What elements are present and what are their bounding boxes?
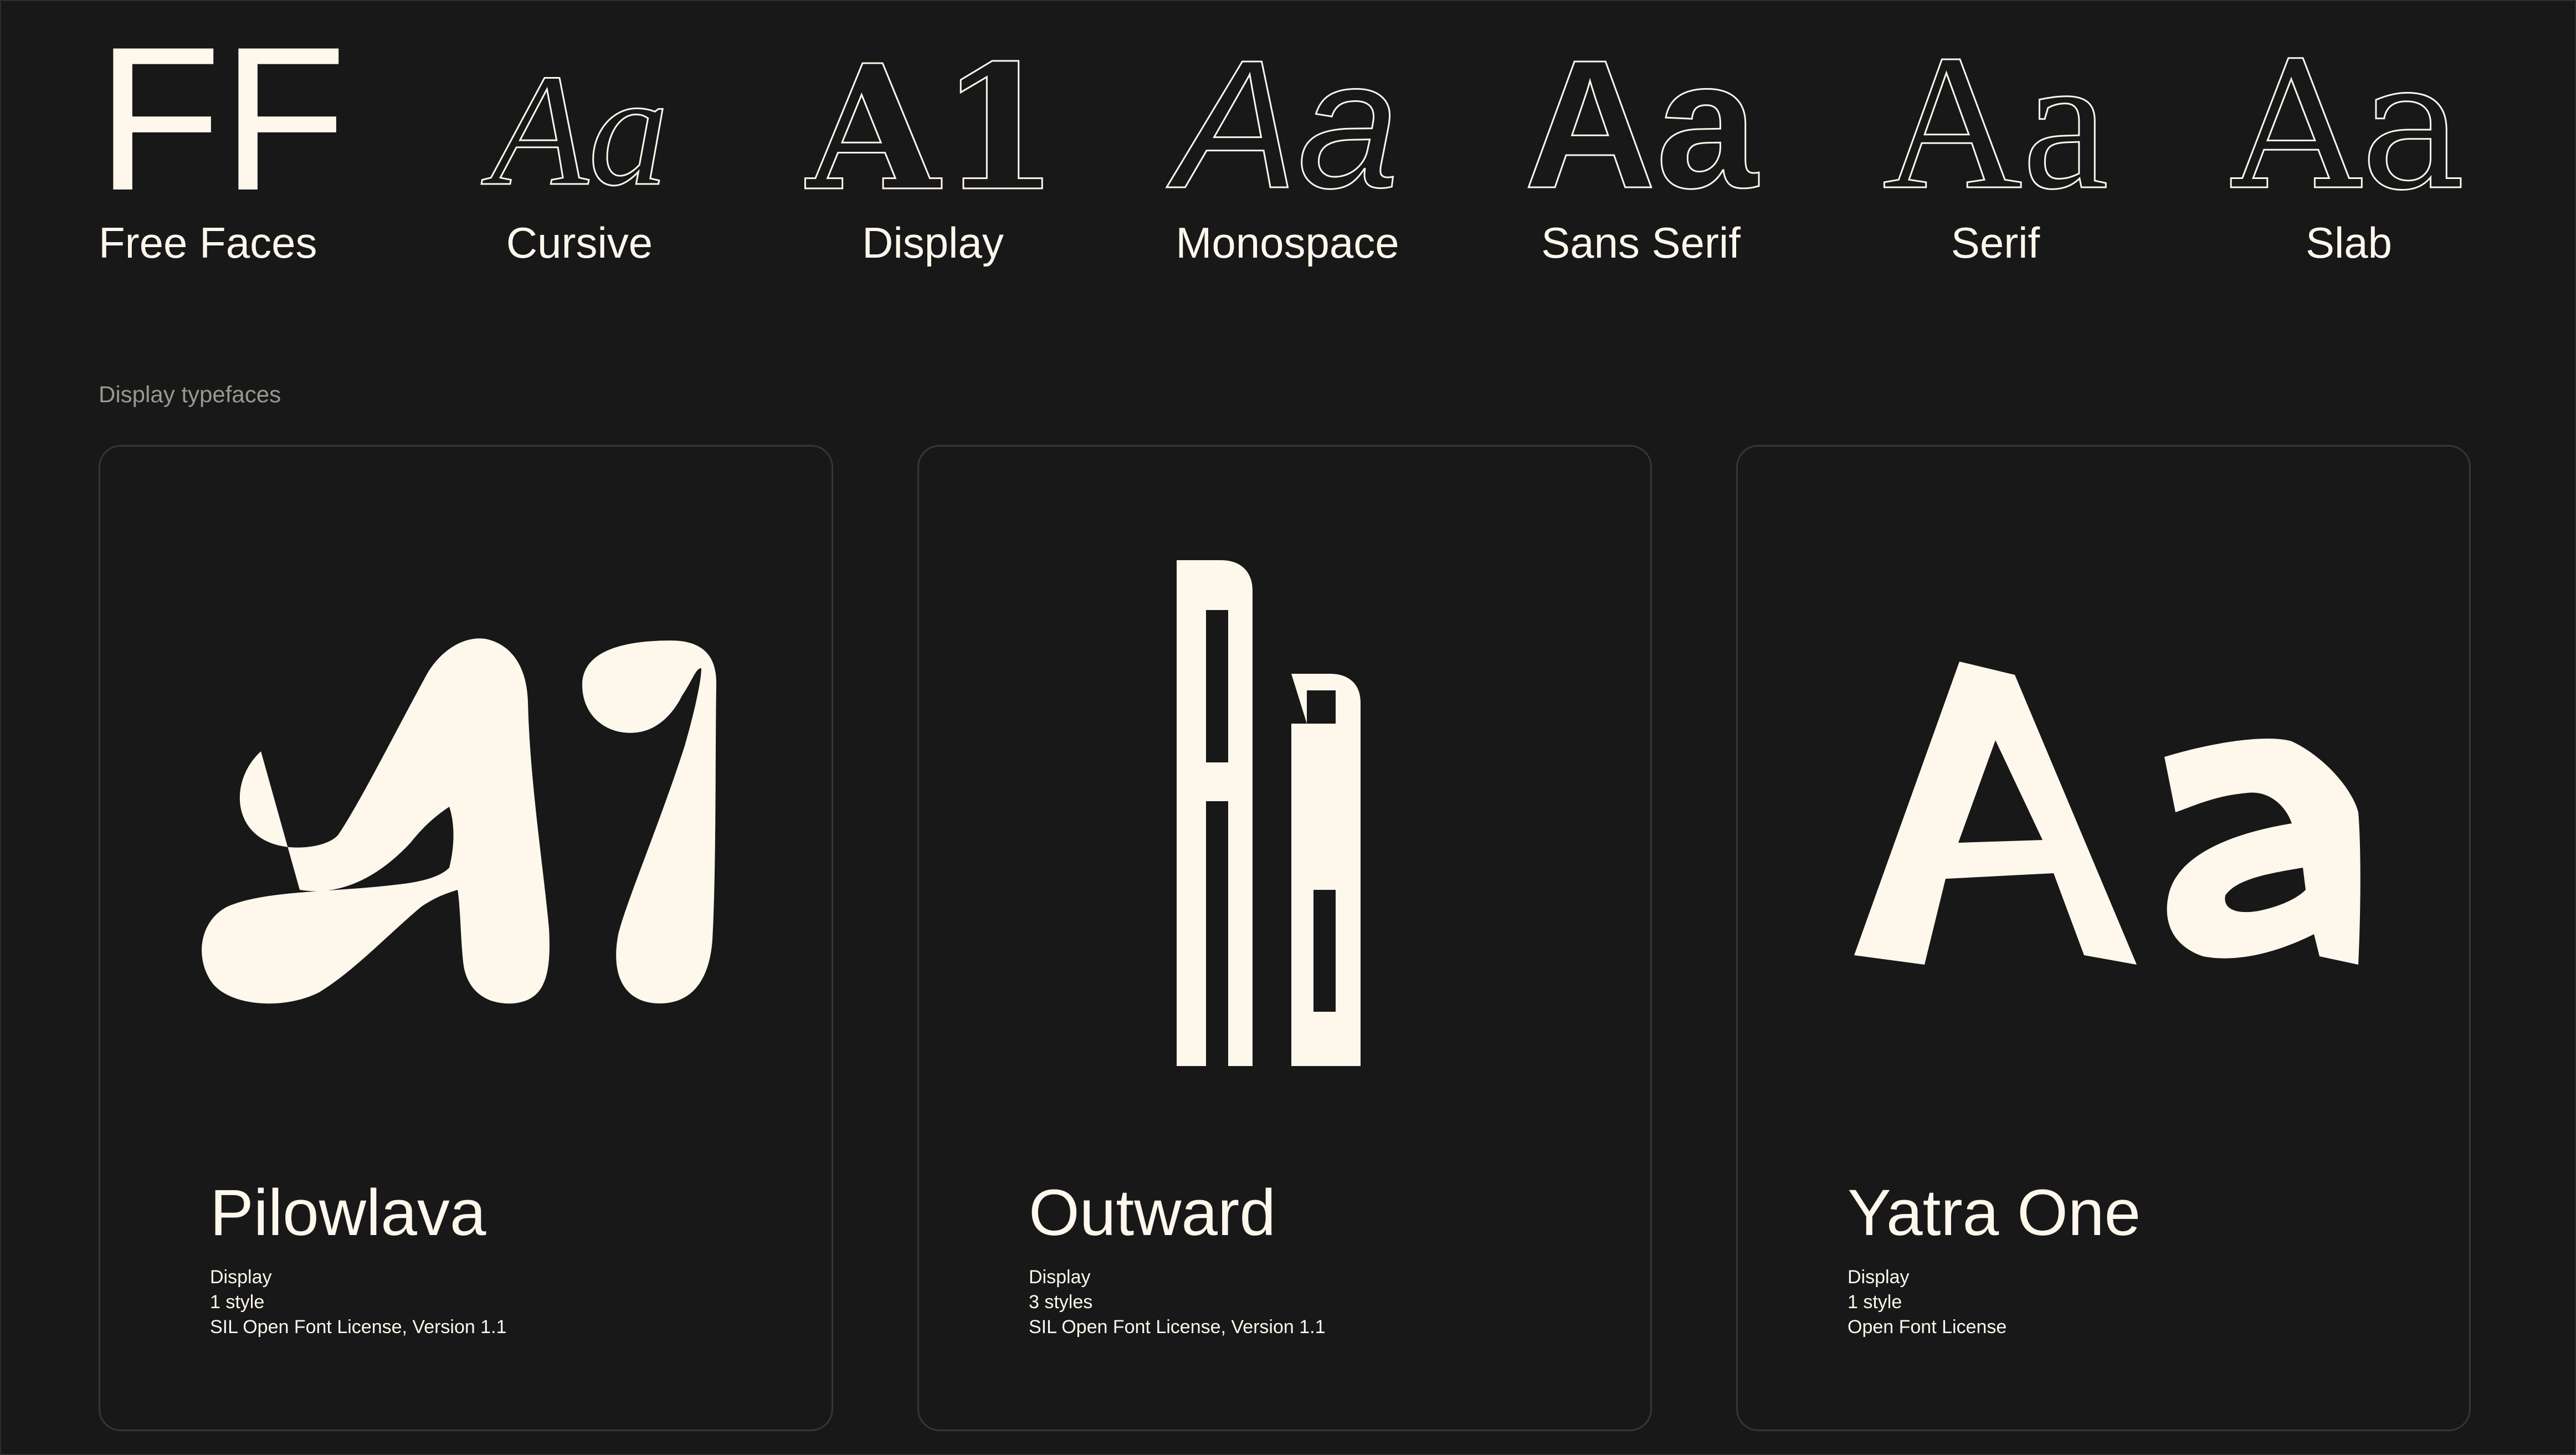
nav-label-sans-serif: Sans Serif — [1541, 218, 1741, 267]
nav-label-serif: Serif — [1951, 218, 2040, 267]
nav-item-cursive[interactable]: Aa Cursive — [435, 39, 723, 277]
font-card-outward[interactable]: Outward Display 3 styles SIL Open Font L… — [917, 445, 1652, 1431]
monospace-outline-icon: Aa — [1143, 21, 1431, 227]
section-title: Display typefaces — [99, 381, 281, 407]
font-name: Yatra One — [1848, 1176, 2141, 1249]
font-category: Display — [1029, 1267, 1091, 1288]
font-license: SIL Open Font License, Version 1.1 — [1029, 1316, 1326, 1338]
nav-item-slab[interactable]: Aa Slab — [2205, 23, 2493, 277]
nav-item-display[interactable]: A1 Display — [789, 27, 1077, 277]
nav-item-serif[interactable]: Aa Serif — [1851, 14, 2139, 277]
font-styles-count: 1 style — [1848, 1292, 1902, 1313]
logo-label: Free Faces — [99, 218, 317, 267]
font-license: Open Font License — [1848, 1316, 2007, 1338]
pilowlava-specimen-glyph — [100, 447, 832, 1111]
ff-logo-icon: FF — [96, 4, 387, 233]
nav-item-sans-serif[interactable]: Aa Sans Serif — [1497, 21, 1785, 277]
display-outline-icon: A1 — [789, 27, 1077, 230]
font-styles-count: 1 style — [210, 1292, 265, 1313]
nav-label-monospace: Monospace — [1176, 218, 1399, 267]
serif-outline-icon: Aa — [1851, 14, 2139, 230]
svg-text:Aa: Aa — [1524, 22, 1759, 226]
font-name: Pilowlava — [210, 1176, 486, 1249]
nav-label-cursive: Cursive — [506, 218, 653, 267]
font-category: Display — [1848, 1267, 1910, 1288]
svg-text:A1: A1 — [804, 28, 1059, 229]
font-name: Outward — [1029, 1176, 1276, 1249]
font-styles-count: 3 styles — [1029, 1292, 1093, 1313]
svg-text:Aa: Aa — [1882, 14, 2108, 229]
font-license: SIL Open Font License, Version 1.1 — [210, 1316, 507, 1338]
logo-glyph: FF — [96, 4, 347, 233]
logo-link[interactable]: FF Free Faces — [96, 4, 387, 277]
svg-text:Aa: Aa — [2229, 23, 2466, 229]
nav-label-display: Display — [862, 218, 1004, 267]
font-category: Display — [210, 1267, 272, 1288]
font-card-yatra-one[interactable]: Yatra One Display 1 style Open Font Lice… — [1736, 445, 2471, 1431]
font-card-pilowlava[interactable]: Pilowlava Display 1 style SIL Open Font … — [99, 445, 833, 1431]
sans-serif-outline-icon: Aa — [1497, 21, 1785, 227]
svg-text:Aa: Aa — [480, 41, 669, 219]
nav-item-monospace[interactable]: Aa Monospace — [1143, 21, 1431, 277]
nav-label-slab: Slab — [2305, 218, 2393, 267]
slab-outline-icon: Aa — [2205, 23, 2493, 230]
svg-text:Aa: Aa — [1164, 22, 1399, 226]
cursive-outline-icon: Aa — [435, 39, 723, 220]
yatra-one-specimen-glyph — [1738, 447, 2469, 1111]
outward-specimen-glyph — [919, 447, 1650, 1111]
